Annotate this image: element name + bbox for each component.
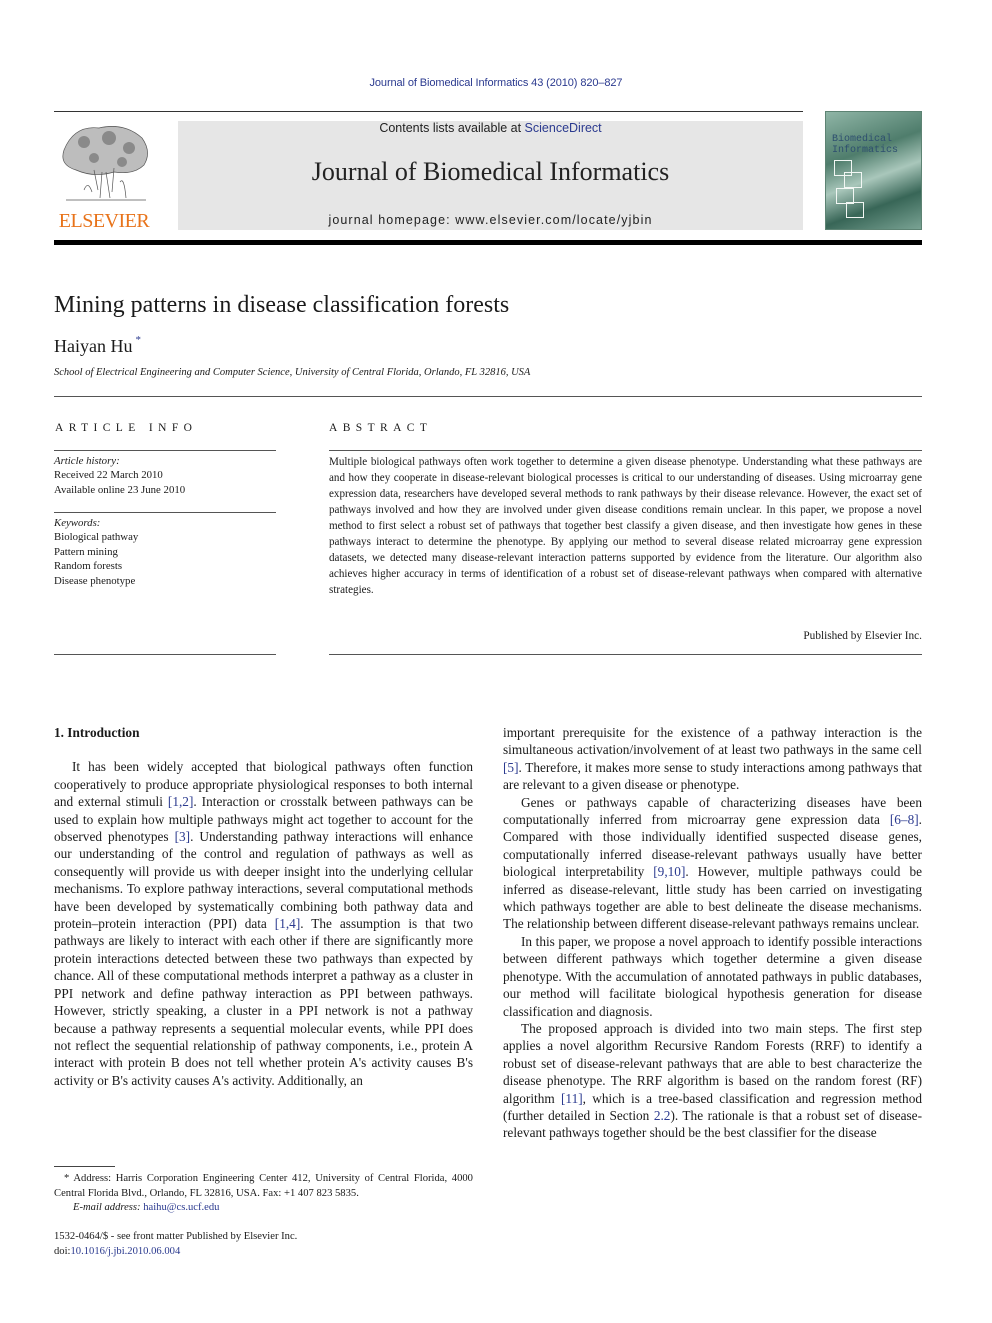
abstract-publisher: Published by Elsevier Inc. xyxy=(803,630,922,642)
sciencedirect-link[interactable]: ScienceDirect xyxy=(525,121,602,135)
available-online-date: Available online 23 June 2010 xyxy=(54,483,186,496)
text-run: Genes or pathways capable of characteriz… xyxy=(503,794,922,828)
journal-citation[interactable]: Journal of Biomedical Informatics 43 (20… xyxy=(0,77,992,89)
citation-link[interactable]: [1,4] xyxy=(275,916,300,931)
article-info-heading: ARTICLE INFO xyxy=(55,422,198,434)
abstract-bottom-rule xyxy=(329,654,922,655)
article-info-bottom-rule xyxy=(54,654,276,655)
citation-link[interactable]: [5] xyxy=(503,760,519,775)
cover-title: Biomedical Informatics xyxy=(832,134,899,156)
paragraph: Genes or pathways capable of characteriz… xyxy=(503,794,922,933)
keywords-label: Keywords: xyxy=(54,517,101,529)
citation-link[interactable]: [9,10] xyxy=(653,864,685,879)
journal-name: Journal of Biomedical Informatics xyxy=(311,157,670,186)
text-run: . Therefore, it makes more sense to stud… xyxy=(503,759,922,793)
footnote-marker: * xyxy=(64,1173,70,1184)
citation-link[interactable]: [11] xyxy=(561,1091,583,1106)
doi-link[interactable]: 10.1016/j.jbi.2010.06.004 xyxy=(70,1246,180,1257)
article-info-divider xyxy=(54,450,276,451)
keyword: Pattern mining xyxy=(54,545,118,558)
abstract-heading: ABSTRACT xyxy=(329,422,433,434)
keywords-block: Keywords: Biological pathway Pattern min… xyxy=(54,516,276,588)
body-right-column: important prerequisite for the existence… xyxy=(503,724,922,1142)
citation-link[interactable]: [1,2] xyxy=(168,794,193,809)
article-history: Article history: Received 22 March 2010 … xyxy=(54,454,276,497)
article-history-label: Article history: xyxy=(54,455,120,467)
text-run: . The assumption is that two pathways ar… xyxy=(54,916,473,1088)
author-footnote: * Address: Harris Corporation Engineerin… xyxy=(54,1172,473,1216)
cover-decoration xyxy=(846,202,864,218)
paragraph: The proposed approach is divided into tw… xyxy=(503,1020,922,1142)
footnote-rule xyxy=(54,1166,115,1167)
author-email-link[interactable]: haihu@cs.ucf.edu xyxy=(143,1202,219,1213)
author-name: Haiyan Hu xyxy=(54,336,133,356)
text-run: important prerequisite for the existence… xyxy=(503,725,922,758)
doi-prefix: doi: xyxy=(54,1245,71,1257)
abstract-divider xyxy=(329,450,922,451)
section-heading-introduction: 1. Introduction xyxy=(54,725,140,740)
front-matter: 1532-0464/$ - see front matter Published… xyxy=(54,1230,297,1259)
paragraph: It has been widely accepted that biologi… xyxy=(54,758,473,1089)
citation-link[interactable]: 2.2 xyxy=(654,1108,671,1123)
abstract-text: Multiple biological pathways often work … xyxy=(329,456,922,596)
email-label: E-mail address: xyxy=(73,1202,141,1213)
elsevier-wordmark[interactable]: ELSEVIER xyxy=(54,210,154,233)
author-footnote-marker[interactable]: * xyxy=(135,334,141,346)
header-divider xyxy=(54,111,803,112)
keyword: Biological pathway xyxy=(54,531,139,544)
journal-banner: Contents lists available at ScienceDirec… xyxy=(178,121,803,230)
keywords-divider xyxy=(54,512,276,513)
keyword: Random forests xyxy=(54,560,123,573)
body-left-column: 1. Introduction It has been widely accep… xyxy=(54,724,473,1089)
author-affiliation: School of Electrical Engineering and Com… xyxy=(54,367,531,378)
contents-prefix: Contents lists available at xyxy=(379,121,525,135)
citation-link[interactable]: [6–8] xyxy=(890,812,919,827)
journal-cover-thumbnail[interactable]: Biomedical Informatics xyxy=(825,111,922,230)
journal-homepage[interactable]: journal homepage: www.elsevier.com/locat… xyxy=(178,213,803,227)
keyword: Disease phenotype xyxy=(54,574,136,587)
paragraph: important prerequisite for the existence… xyxy=(503,724,922,794)
header-thick-rule xyxy=(54,240,922,245)
issn-line: 1532-0464/$ - see front matter Published… xyxy=(54,1231,298,1242)
author-line: Haiyan Hu * xyxy=(54,334,141,357)
citation-link[interactable]: [3] xyxy=(175,829,191,844)
cover-decoration xyxy=(844,172,862,188)
footnote-address: Address: Harris Corporation Engineering … xyxy=(54,1173,473,1199)
article-title: Mining patterns in disease classificatio… xyxy=(54,292,510,318)
contents-available-line: Contents lists available at ScienceDirec… xyxy=(178,121,803,135)
title-divider xyxy=(54,396,922,397)
received-date: Received 22 March 2010 xyxy=(54,469,163,482)
paragraph: In this paper, we propose a novel approa… xyxy=(503,933,922,1020)
text-run: In this paper, we propose a novel approa… xyxy=(503,933,922,1019)
